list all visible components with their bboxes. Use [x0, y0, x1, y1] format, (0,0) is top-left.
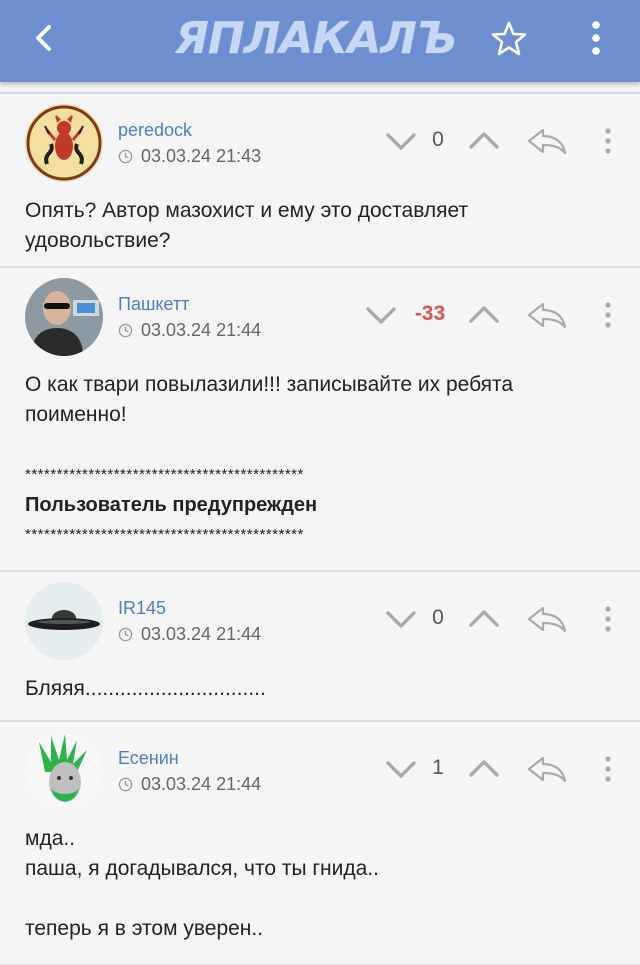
comment-line: теперь я в этом уверен..	[25, 917, 264, 940]
comments-list: peredock 03.03.24 21:43 0 Опять? Автор м…	[0, 92, 640, 965]
star-icon[interactable]	[490, 20, 528, 58]
vote-up-icon[interactable]	[466, 756, 502, 782]
vote-score: 0	[432, 606, 444, 629]
comment-item: Есенин 03.03.24 21:44 1 мда.. паша, я до…	[0, 722, 640, 965]
comment-item: Пашкетт 03.03.24 21:44 -33 О как твари п…	[0, 268, 640, 572]
avatar[interactable]	[25, 732, 103, 810]
timestamp: 03.03.24 21:44	[118, 774, 261, 795]
vote-down-icon[interactable]	[363, 302, 399, 328]
comment-line: паша, я догадывался, что ты гнида..	[25, 857, 379, 880]
avatar[interactable]	[25, 104, 103, 182]
moderation-divider: ****************************************…	[25, 466, 304, 483]
comment-more-icon[interactable]	[600, 754, 616, 784]
moderation-warning: Пользователь предупрежден	[25, 494, 318, 516]
username[interactable]: IR145	[118, 598, 166, 619]
timestamp: 03.03.24 21:44	[118, 320, 261, 341]
comment-item: peredock 03.03.24 21:43 0 Опять? Автор м…	[0, 92, 640, 268]
comment-more-icon[interactable]	[600, 604, 616, 634]
clock-icon	[118, 777, 133, 792]
vote-score: 1	[432, 756, 444, 779]
vote-score: 0	[432, 128, 444, 151]
avatar[interactable]	[25, 278, 103, 356]
vote-up-icon[interactable]	[466, 606, 502, 632]
back-arrow-icon[interactable]	[28, 22, 60, 54]
man-photo-avatar-icon	[25, 278, 103, 356]
timestamp-text: 03.03.24 21:44	[141, 320, 262, 340]
reply-icon[interactable]	[525, 604, 569, 634]
comment-more-icon[interactable]	[600, 300, 616, 330]
vote-down-icon[interactable]	[383, 756, 419, 782]
timestamp: 03.03.24 21:43	[118, 146, 261, 167]
reply-icon[interactable]	[525, 754, 569, 784]
clock-icon	[118, 627, 133, 642]
reply-icon[interactable]	[525, 126, 569, 156]
vote-score: -33	[414, 302, 446, 325]
comment-text: Опять? Автор мазохист и ему это доставля…	[25, 199, 469, 252]
top-app-bar: ЯПЛАКАЛЪ	[0, 0, 640, 82]
timestamp-text: 03.03.24 21:44	[141, 774, 262, 794]
vote-down-icon[interactable]	[383, 128, 419, 154]
comment-line	[25, 884, 615, 914]
comment-line: мда..	[25, 827, 76, 850]
clock-icon	[118, 149, 133, 164]
more-vertical-icon[interactable]	[586, 18, 606, 58]
devil-avatar-icon	[25, 104, 103, 182]
avatar[interactable]	[25, 582, 103, 660]
green-mohawk-avatar-icon	[25, 732, 103, 810]
clock-icon	[118, 323, 133, 338]
ufo-avatar-icon	[25, 582, 103, 660]
moderation-divider: ****************************************…	[25, 526, 304, 543]
vote-up-icon[interactable]	[466, 128, 502, 154]
comment-body: мда.. паша, я догадывался, что ты гнида.…	[25, 824, 615, 944]
comment-text: Бляяя...............................	[25, 677, 266, 700]
comment-text: О как твари повылазили!!! записывайте их…	[25, 373, 514, 426]
comment-more-icon[interactable]	[600, 126, 616, 156]
comment-body: О как твари повылазили!!! записывайте их…	[25, 370, 615, 550]
reply-icon[interactable]	[525, 300, 569, 330]
timestamp-text: 03.03.24 21:43	[141, 146, 262, 166]
username[interactable]: Пашкетт	[118, 294, 189, 315]
username[interactable]: peredock	[118, 120, 192, 141]
timestamp: 03.03.24 21:44	[118, 624, 261, 645]
site-logo[interactable]: ЯПЛАКАЛЪ	[175, 12, 475, 66]
comment-item: IR145 03.03.24 21:44 0 Бляяя............…	[0, 572, 640, 722]
username[interactable]: Есенин	[118, 748, 179, 769]
vote-down-icon[interactable]	[383, 606, 419, 632]
vote-up-icon[interactable]	[466, 302, 502, 328]
timestamp-text: 03.03.24 21:44	[141, 624, 262, 644]
